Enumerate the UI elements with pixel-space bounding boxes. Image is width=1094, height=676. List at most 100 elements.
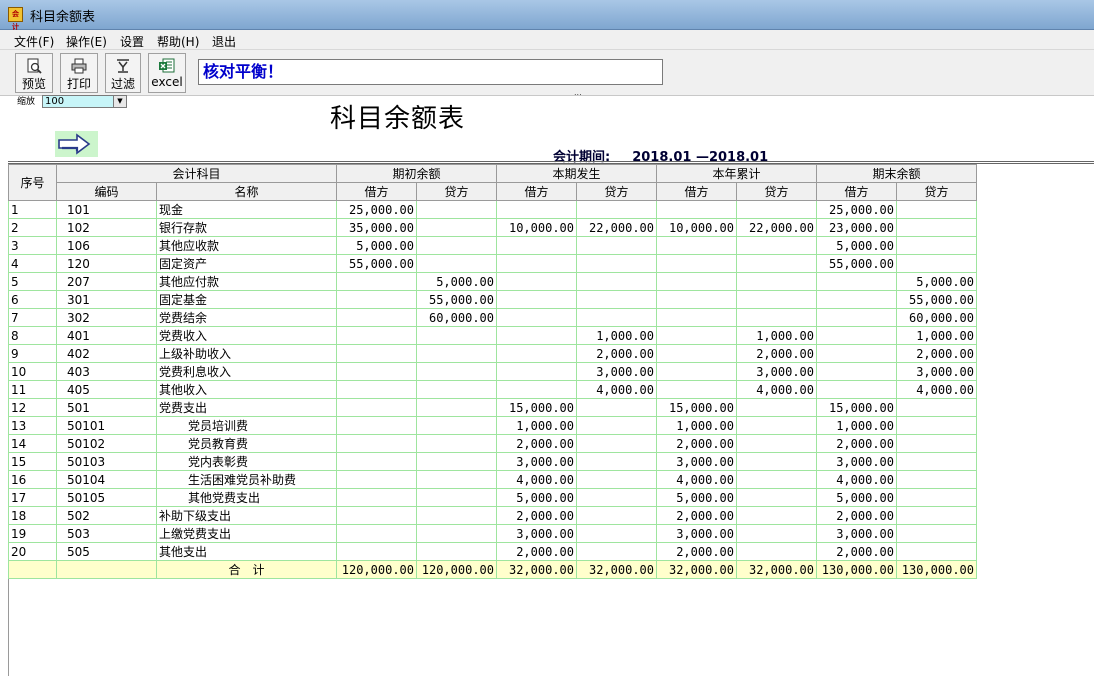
balance-table: 序号 会计科目 期初余额 本期发生 本年累计 期末余额 编码 名称 借方 贷方 … (8, 164, 977, 579)
row-amount: 3,000.00 (496, 524, 577, 543)
table-row[interactable]: 7 302 党费结余 60,000.00 60,000.00 (8, 308, 977, 327)
row-amount (736, 308, 817, 327)
header-name: 名称 (156, 182, 337, 201)
row-amount (416, 542, 497, 561)
row-amount: 5,000.00 (496, 488, 577, 507)
row-amount (416, 416, 497, 435)
row-amount: 22,000.00 (576, 218, 657, 237)
row-amount (896, 434, 977, 453)
table-row[interactable]: 2 102 银行存款 35,000.00 10,000.00 22,000.00 10,00… (8, 218, 977, 237)
table-row[interactable]: 14 50102 党员教育费 2,000.00 2,000.00 2,000.00 (8, 434, 977, 453)
row-amount: 60,000.00 (416, 308, 497, 327)
row-name: 其他应付款 (156, 272, 337, 291)
row-seq: 10 (8, 362, 57, 381)
row-amount (336, 272, 417, 291)
row-seq: 4 (8, 254, 57, 273)
table-row[interactable]: 13 50101 党员培训费 1,000.00 1,000.00 1,000.00 (8, 416, 977, 435)
row-name: 上级补助收入 (156, 344, 337, 363)
row-amount (816, 326, 897, 345)
table-row[interactable]: 1 101 现金 25,000.00 25,000.00 (8, 200, 977, 219)
preview-icon (27, 58, 42, 74)
row-amount: 3,000.00 (736, 362, 817, 381)
menu-help[interactable]: 帮助(H) (157, 33, 199, 50)
row-code: 50105 (56, 488, 157, 507)
row-amount (336, 524, 417, 543)
table-row[interactable]: 10 403 党费利息收入 3,000.00 3,000.00 3,000.00 (8, 362, 977, 381)
row-name: 党费利息收入 (156, 362, 337, 381)
row-seq: 18 (8, 506, 57, 525)
row-code: 106 (56, 236, 157, 255)
row-amount: 60,000.00 (896, 308, 977, 327)
row-name: 现金 (156, 200, 337, 219)
row-amount (416, 434, 497, 453)
row-amount (496, 290, 577, 309)
zoom-label: 缩放 (17, 97, 36, 107)
row-amount (736, 488, 817, 507)
row-amount (576, 200, 657, 219)
header-debit: 借方 (656, 182, 737, 201)
table-row[interactable]: 16 50104 生活困难党员补助费 4,000.00 4,000.00 4,000.00 (8, 470, 977, 489)
title-bar: 会计 科目余额表 (0, 0, 1094, 31)
row-amount (736, 470, 817, 489)
row-code: 102 (56, 218, 157, 237)
row-amount: 2,000.00 (496, 542, 577, 561)
table-row[interactable]: 18 502 补助下级支出 2,000.00 2,000.00 2,000.00 (8, 506, 977, 525)
row-amount (416, 200, 497, 219)
row-amount (416, 506, 497, 525)
row-amount (816, 308, 897, 327)
row-amount (656, 344, 737, 363)
row-amount (416, 218, 497, 237)
excel-button[interactable]: excel (148, 53, 186, 93)
zoom-value: 100 (45, 96, 65, 107)
next-arrow-button[interactable] (55, 131, 98, 157)
row-amount: 15,000.00 (816, 398, 897, 417)
table-subheader-row: 编码 名称 借方 贷方 借方 贷方 借方 贷方 借方 贷方 (9, 182, 977, 201)
row-amount (816, 380, 897, 399)
row-amount (336, 434, 417, 453)
row-amount: 25,000.00 (816, 200, 897, 219)
table-row[interactable]: 19 503 上缴党费支出 3,000.00 3,000.00 3,000.00 (8, 524, 977, 543)
row-amount (656, 272, 737, 291)
row-amount: 4,000.00 (576, 380, 657, 399)
menu-exit[interactable]: 退出 (212, 33, 236, 50)
print-button[interactable]: 打印 (60, 53, 98, 93)
row-seq: 17 (8, 488, 57, 507)
zoom-select[interactable]: 100 ▼ (42, 95, 127, 108)
filter-button[interactable]: 过滤 (105, 53, 141, 93)
row-amount (336, 308, 417, 327)
header-debit: 借方 (336, 182, 417, 201)
menu-operate[interactable]: 操作(E) (66, 33, 107, 50)
row-seq: 9 (8, 344, 57, 363)
row-amount (816, 272, 897, 291)
app-icon: 会计 (8, 7, 23, 31)
row-amount (416, 452, 497, 471)
header-credit: 贷方 (896, 182, 977, 201)
table-row[interactable]: 20 505 其他支出 2,000.00 2,000.00 2,000.00 (8, 542, 977, 561)
table-row[interactable]: 12 501 党费支出 15,000.00 15,000.00 15,000.00 (8, 398, 977, 417)
table-row[interactable]: 9 402 上级补助收入 2,000.00 2,000.00 2,000.00 (8, 344, 977, 363)
row-amount (416, 488, 497, 507)
row-code: 505 (56, 542, 157, 561)
toolbar-grip[interactable]: ... (574, 88, 582, 97)
table-row[interactable]: 5 207 其他应付款 5,000.00 5,000.00 (8, 272, 977, 291)
table-row[interactable]: 15 50103 党内表彰费 3,000.00 3,000.00 3,000.00 (8, 452, 977, 471)
chevron-down-icon[interactable]: ▼ (113, 96, 126, 107)
row-seq: 1 (8, 200, 57, 219)
row-amount (416, 380, 497, 399)
menu-settings[interactable]: 设置 (120, 33, 144, 50)
table-row[interactable]: 3 106 其他应收款 5,000.00 5,000.00 (8, 236, 977, 255)
table-row[interactable]: 6 301 固定基金 55,000.00 55,000.00 (8, 290, 977, 309)
row-amount (336, 506, 417, 525)
table-row[interactable]: 11 405 其他收入 4,000.00 4,000.00 4,000.00 (8, 380, 977, 399)
row-amount (336, 362, 417, 381)
menu-file[interactable]: 文件(F) (14, 33, 54, 50)
row-amount (416, 362, 497, 381)
row-amount (416, 470, 497, 489)
preview-button[interactable]: 预览 (15, 53, 53, 93)
row-seq: 7 (8, 308, 57, 327)
row-amount (336, 398, 417, 417)
table-row[interactable]: 4 120 固定资产 55,000.00 55,000.00 (8, 254, 977, 273)
table-row[interactable]: 17 50105 其他党费支出 5,000.00 5,000.00 5,000.00 (8, 488, 977, 507)
row-code: 207 (56, 272, 157, 291)
table-row[interactable]: 8 401 党费收入 1,000.00 1,000.00 1,000.00 (8, 326, 977, 345)
